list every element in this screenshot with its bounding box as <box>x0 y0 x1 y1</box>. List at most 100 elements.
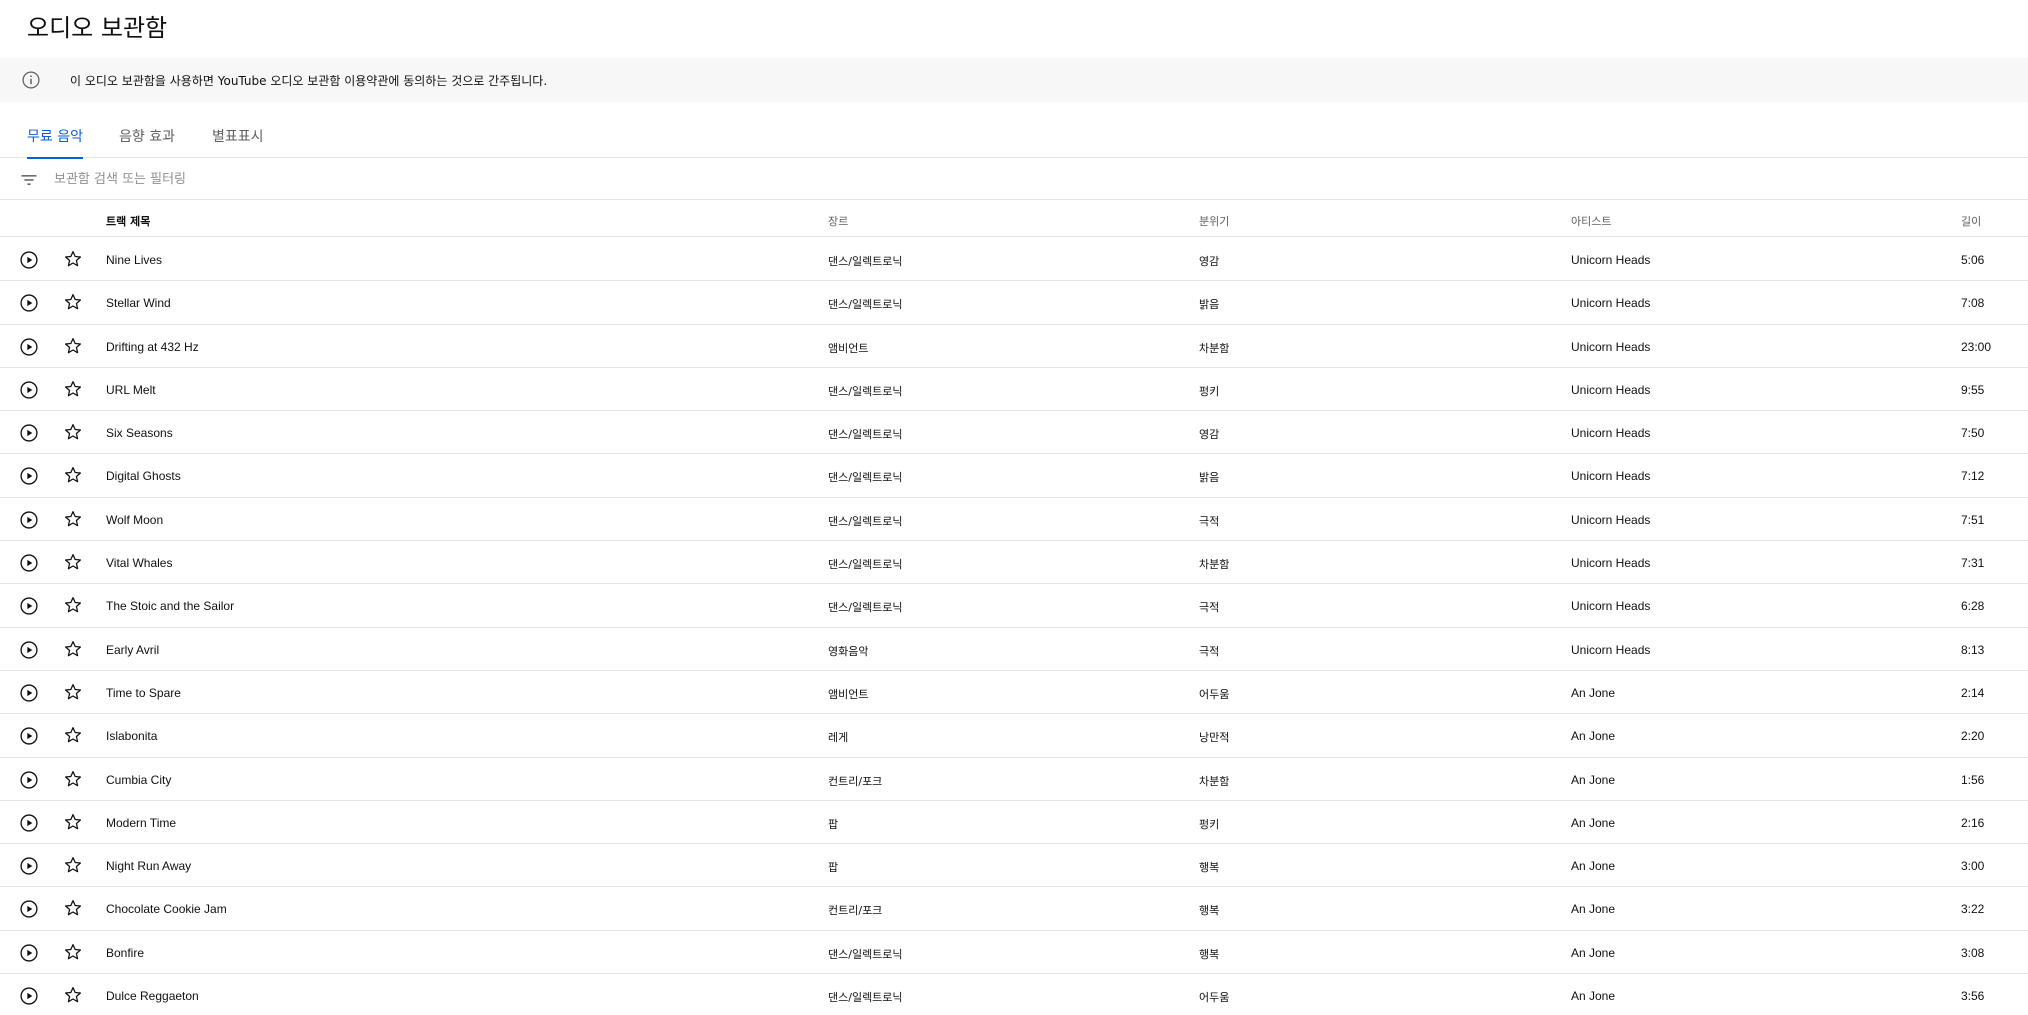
track-row[interactable]: Drifting at 432 Hz 앰비언트 차분함 Unicorn Head… <box>0 325 2028 368</box>
play-circle-icon[interactable] <box>19 510 39 530</box>
track-title[interactable]: Time to Spare <box>106 686 181 700</box>
star-outline-icon[interactable] <box>63 336 83 356</box>
track-artist: Unicorn Heads <box>1571 382 1651 397</box>
track-row[interactable]: Wolf Moon 댄스/일렉트로닉 극적 Unicorn Heads 7:51 <box>0 498 2028 542</box>
track-row[interactable]: Vital Whales 댄스/일렉트로닉 차분함 Unicorn Heads … <box>0 541 2028 585</box>
track-duration: 3:56 <box>1961 989 1985 1004</box>
play-circle-icon[interactable] <box>19 423 39 443</box>
track-genre: 팝 <box>828 861 839 875</box>
track-list: Nine Lives 댄스/일렉트로닉 영감 Unicorn Heads 5:0… <box>0 238 2028 1015</box>
track-mood: 영감 <box>1199 428 1220 442</box>
track-duration: 1:56 <box>1961 772 1985 787</box>
filter-icon[interactable] <box>19 170 39 190</box>
track-row[interactable]: Islabonita 레게 낭만적 An Jone 2:20 <box>0 714 2028 758</box>
column-header-duration[interactable]: 길이 <box>1961 213 1981 229</box>
track-title[interactable]: Nine Lives <box>106 253 162 267</box>
track-title[interactable]: Vital Whales <box>106 556 172 570</box>
tab-sound-effects[interactable]: 음향 효과 <box>119 126 177 158</box>
play-circle-icon[interactable] <box>19 380 39 400</box>
play-circle-icon[interactable] <box>19 770 39 790</box>
track-title[interactable]: Dulce Reggaeton <box>106 989 199 1003</box>
star-outline-icon[interactable] <box>63 639 83 659</box>
track-row[interactable]: Bonfire 댄스/일렉트로닉 행복 An Jone 3:08 <box>0 931 2028 975</box>
play-circle-icon[interactable] <box>19 899 39 919</box>
track-title[interactable]: Chocolate Cookie Jam <box>106 902 227 916</box>
column-header-title[interactable]: 트랙 제목 <box>106 213 150 229</box>
star-outline-icon[interactable] <box>63 422 83 442</box>
track-artist: Unicorn Heads <box>1571 469 1651 484</box>
track-row[interactable]: Dulce Reggaeton 댄스/일렉트로닉 어두움 An Jone 3:5… <box>0 974 2028 1015</box>
page-title: 오디오 보관함 <box>27 14 168 42</box>
track-row[interactable]: URL Melt 댄스/일렉트로닉 펑키 Unicorn Heads 9:55 <box>0 368 2028 412</box>
track-title[interactable]: URL Melt <box>106 383 156 397</box>
track-artist: Unicorn Heads <box>1571 642 1651 657</box>
star-outline-icon[interactable] <box>63 292 83 312</box>
track-title[interactable]: Six Seasons <box>106 426 173 440</box>
play-circle-icon[interactable] <box>19 813 39 833</box>
track-title[interactable]: Stellar Wind <box>106 296 171 310</box>
star-outline-icon[interactable] <box>63 552 83 572</box>
track-row[interactable]: Night Run Away 팝 행복 An Jone 3:00 <box>0 844 2028 888</box>
tab-free-music[interactable]: 무료 음악 <box>27 126 83 159</box>
track-title[interactable]: Wolf Moon <box>106 513 163 527</box>
track-mood: 행복 <box>1199 904 1220 918</box>
track-artist: An Jone <box>1571 902 1616 917</box>
star-outline-icon[interactable] <box>63 379 83 399</box>
column-header-mood[interactable]: 분위기 <box>1199 213 1229 229</box>
track-title[interactable]: Early Avril <box>106 643 159 657</box>
play-circle-icon[interactable] <box>19 553 39 573</box>
play-circle-icon[interactable] <box>19 293 39 313</box>
track-row[interactable]: Stellar Wind 댄스/일렉트로닉 밝음 Unicorn Heads 7… <box>0 281 2028 325</box>
track-row[interactable]: Chocolate Cookie Jam 컨트리/포크 행복 An Jone 3… <box>0 887 2028 931</box>
play-circle-icon[interactable] <box>19 943 39 963</box>
star-outline-icon[interactable] <box>63 595 83 615</box>
star-outline-icon[interactable] <box>63 465 83 485</box>
star-outline-icon[interactable] <box>63 812 83 832</box>
track-genre: 앰비언트 <box>828 687 869 701</box>
track-title[interactable]: Digital Ghosts <box>106 469 181 483</box>
track-row[interactable]: Digital Ghosts 댄스/일렉트로닉 밝음 Unicorn Heads… <box>0 454 2028 498</box>
track-title[interactable]: Bonfire <box>106 946 144 960</box>
column-header-artist[interactable]: 아티스트 <box>1571 213 1611 229</box>
library-search-input[interactable] <box>54 166 654 192</box>
track-mood: 펑키 <box>1199 384 1220 398</box>
star-outline-icon[interactable] <box>63 898 83 918</box>
track-mood: 행복 <box>1199 947 1220 961</box>
play-circle-icon[interactable] <box>19 856 39 876</box>
track-title[interactable]: Night Run Away <box>106 859 191 873</box>
track-row[interactable]: Modern Time 팝 펑키 An Jone 2:16 <box>0 801 2028 845</box>
star-outline-icon[interactable] <box>63 769 83 789</box>
star-outline-icon[interactable] <box>63 509 83 529</box>
track-row[interactable]: Nine Lives 댄스/일렉트로닉 영감 Unicorn Heads 5:0… <box>0 238 2028 282</box>
track-title[interactable]: Cumbia City <box>106 773 171 787</box>
star-outline-icon[interactable] <box>63 682 83 702</box>
play-circle-icon[interactable] <box>19 466 39 486</box>
play-circle-icon[interactable] <box>19 250 39 270</box>
star-outline-icon[interactable] <box>63 725 83 745</box>
play-circle-icon[interactable] <box>19 986 39 1006</box>
track-title[interactable]: Drifting at 432 Hz <box>106 340 199 354</box>
track-mood: 행복 <box>1199 861 1220 875</box>
track-row[interactable]: Six Seasons 댄스/일렉트로닉 영감 Unicorn Heads 7:… <box>0 411 2028 455</box>
play-circle-icon[interactable] <box>19 640 39 660</box>
star-outline-icon[interactable] <box>63 985 83 1005</box>
track-title[interactable]: Islabonita <box>106 729 157 743</box>
star-outline-icon[interactable] <box>63 942 83 962</box>
star-outline-icon[interactable] <box>63 249 83 269</box>
tab-starred[interactable]: 별표표시 <box>212 126 268 158</box>
track-mood: 극적 <box>1199 601 1220 615</box>
play-circle-icon[interactable] <box>19 726 39 746</box>
track-title[interactable]: The Stoic and the Sailor <box>106 599 234 613</box>
track-row[interactable]: The Stoic and the Sailor 댄스/일렉트로닉 극적 Uni… <box>0 584 2028 628</box>
play-circle-icon[interactable] <box>19 683 39 703</box>
track-artist: An Jone <box>1571 772 1616 787</box>
track-mood: 어두움 <box>1199 991 1230 1005</box>
track-row[interactable]: Time to Spare 앰비언트 어두움 An Jone 2:14 <box>0 671 2028 715</box>
play-circle-icon[interactable] <box>19 596 39 616</box>
play-circle-icon[interactable] <box>19 337 39 357</box>
track-title[interactable]: Modern Time <box>106 816 176 830</box>
track-row[interactable]: Early Avril 영화음악 극적 Unicorn Heads 8:13 <box>0 628 2028 671</box>
column-header-genre[interactable]: 장르 <box>828 213 848 229</box>
star-outline-icon[interactable] <box>63 855 83 875</box>
track-row[interactable]: Cumbia City 컨트리/포크 차분함 An Jone 1:56 <box>0 758 2028 801</box>
